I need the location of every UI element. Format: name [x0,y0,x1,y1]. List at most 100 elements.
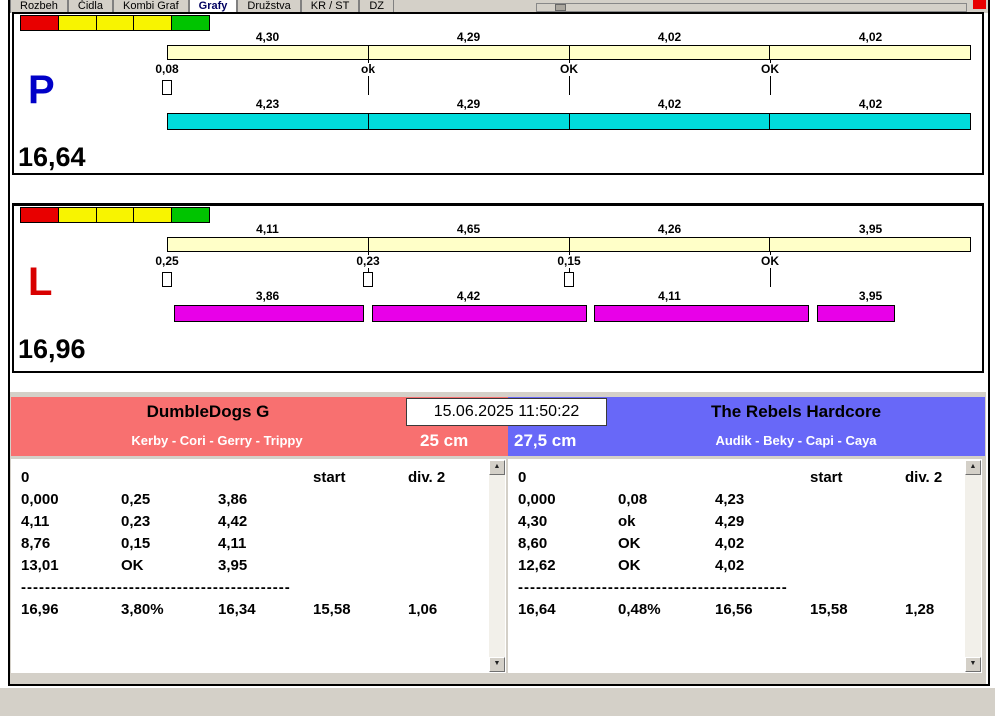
run-times-row: 4,23 4,29 4,02 4,02 [167,97,971,111]
scroll-down-button[interactable]: ▼ [965,657,981,672]
start-time-cell: OK [618,557,641,574]
top-slider-thumb[interactable] [555,4,566,11]
scrollbar[interactable]: ▲ ▼ [965,460,981,672]
empty-cell [313,555,408,577]
split-time-cell: 3,95 [218,557,248,574]
lane-label-l: L [28,260,53,304]
run-time: 4,42 [456,289,481,303]
timestamp-text: 15.06.2025 11:50:22 [433,403,580,420]
scale-segment [168,238,369,251]
sum-cell: 16,34 [218,601,256,618]
marker-checkbox[interactable] [162,272,172,287]
top-slider[interactable] [536,3,967,12]
app-window: Rozbeh Čidla Kombi Graf Grafy Družstva K… [0,0,995,716]
run-time: 4,11 [658,289,681,303]
run-time: 4,02 [657,97,682,111]
red-light-icon [20,207,59,223]
timestamp: 15.06.2025 11:50:22 [406,398,607,426]
yellow-light-icon [95,15,135,31]
empty-cell [618,467,715,489]
empty-cell [810,489,905,511]
cum-time-cell: 0,000 [21,491,59,508]
marker-checkbox[interactable] [564,272,574,287]
scale-segment [369,238,570,251]
results-section: DumbleDogs G Kerby - Cori - Gerry - Trip… [10,392,986,686]
scroll-down-icon: ▼ [493,660,501,667]
total-time-cell: 16,96 [21,601,59,618]
start-time-cell: 0,25 [121,491,151,508]
lane-total-p: 16,64 [18,142,86,172]
team-right-table: 0 start div. 2 0,000 0,08 4,23 4,30 ok 4… [508,459,982,673]
split-marker-label: 0,08 [152,63,182,76]
scroll-down-button[interactable]: ▼ [489,657,505,672]
header-cell: start [810,469,843,486]
marker-tick [770,270,771,287]
team-right-height: 27,5 cm [514,431,577,450]
lane-label-p: P [28,68,55,112]
empty-cell [218,467,313,489]
cum-time-cell: 0,000 [518,491,556,508]
run-segment [570,114,771,129]
start-time-cell: 0,08 [618,491,648,508]
percent-cell: 0,48% [618,601,661,618]
empty-cell [121,467,218,489]
team-right-dogs: Audik - Beky - Capi - Caya [715,433,877,448]
sensor-time: 4,02 [657,30,682,44]
scale-segment [770,46,970,59]
run-segment [174,305,364,322]
tab-label: KR / ST [310,0,350,12]
run-time: 3,86 [255,289,280,303]
start-time-cell: 0,23 [121,513,151,530]
run-times-row: 3,86 4,42 4,11 3,95 [167,289,971,303]
team-left-dogs: Kerby - Cori - Gerry - Trippy [131,433,303,448]
split-marker-label: 0,15 [554,255,584,268]
run-segment [372,305,587,322]
header-cell: 0 [21,469,30,486]
table-grid: 0 start div. 2 0,000 0,25 3,86 4,11 0,23… [11,459,506,621]
percent-cell: 3,80% [121,601,164,618]
marker-checkbox[interactable] [363,272,373,287]
start-total-cell: 15,58 [810,601,848,618]
scrollbar[interactable]: ▲ ▼ [489,460,505,672]
scroll-up-button[interactable]: ▲ [489,460,505,475]
scroll-track[interactable] [965,475,981,657]
empty-cell [810,555,905,577]
sensor-time: 4,11 [256,222,279,236]
start-total-cell: 15,58 [313,601,351,618]
scale-bar [167,45,971,60]
split-time-cell: 4,42 [218,513,248,530]
cum-time-cell: 12,62 [518,557,556,574]
split-time-cell: 4,02 [715,535,745,552]
split-time-cell: 4,29 [715,513,745,530]
empty-cell [313,533,408,555]
scale-segment [570,238,771,251]
empty-cell [810,533,905,555]
scroll-down-icon: ▼ [969,660,977,667]
scroll-up-button[interactable]: ▲ [965,460,981,475]
tab-label: Čidla [77,0,103,12]
lane-total-l: 16,96 [18,334,86,364]
marker-checkbox[interactable] [162,80,172,95]
split-marker-label: ok [357,63,379,76]
dashed-separator: ----------------------------------------… [21,579,291,596]
sensor-time: 4,26 [657,222,682,236]
marker-tick [569,78,570,95]
start-time-cell: 0,15 [121,535,151,552]
yellow-light-icon [133,207,173,223]
scroll-track[interactable] [489,475,505,657]
sensor-time: 4,30 [255,30,280,44]
tab-label: Družstva [247,0,291,12]
dashed-separator: ----------------------------------------… [518,579,788,596]
empty-cell [313,511,408,533]
scroll-up-icon: ▲ [493,463,501,470]
close-button[interactable] [973,0,986,9]
scale-bar [167,237,971,252]
cum-time-cell: 8,76 [21,535,51,552]
tab-label: DZ [369,0,384,12]
empty-cell [810,511,905,533]
sensor-time: 4,29 [456,30,481,44]
marker-tick [770,78,771,95]
start-time-cell: ok [618,513,636,530]
sensor-times-row: 4,11 4,65 4,26 3,95 [167,222,971,236]
run-segment [594,305,809,322]
